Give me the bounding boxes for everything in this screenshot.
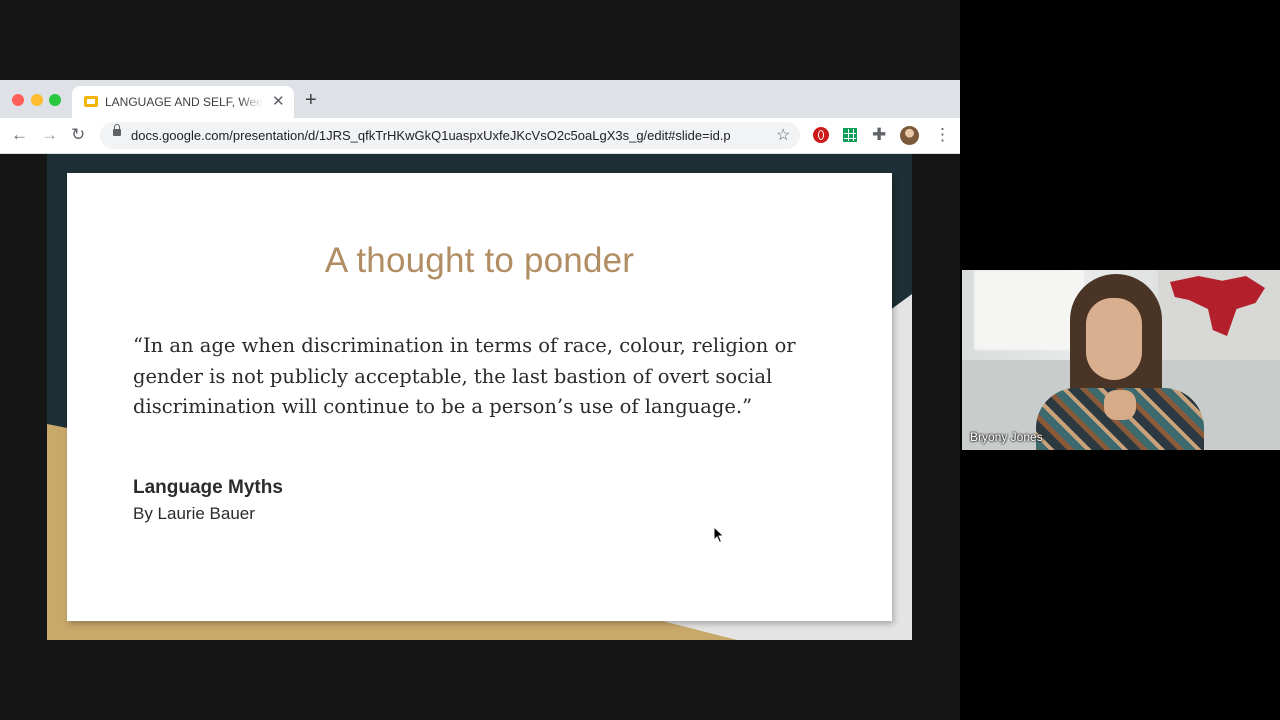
plus-icon[interactable]: + xyxy=(305,89,317,112)
book-author: By Laurie Bauer xyxy=(133,504,255,523)
slide-card: A thought to ponder “In an age when disc… xyxy=(67,173,892,621)
quote-line: “In an age when discrimination in terms … xyxy=(133,334,796,357)
tab-title: LANGUAGE AND SELF, Weeks xyxy=(105,95,263,109)
quote-line: discrimination will continue to be a per… xyxy=(133,395,753,418)
lock-icon[interactable] xyxy=(113,124,121,136)
zoom-window-button[interactable] xyxy=(49,94,61,106)
url-text[interactable]: docs.google.com/presentation/d/1JRS_qfkT… xyxy=(131,128,771,143)
shared-screen: LANGUAGE AND SELF, Weeks ✕ + ← → ↻ docs.… xyxy=(0,0,960,720)
opera-icon[interactable] xyxy=(813,127,829,143)
mouse-cursor-icon xyxy=(713,526,725,544)
minimize-window-button[interactable] xyxy=(31,94,43,106)
window-background xyxy=(974,270,1084,350)
puzzle-icon[interactable]: ✚ xyxy=(872,124,886,146)
map-continents xyxy=(1170,276,1265,336)
participant-video-tile[interactable]: Bryony Jones xyxy=(962,270,1280,450)
participant-hand xyxy=(1104,390,1136,420)
star-icon[interactable]: ☆ xyxy=(776,125,790,145)
close-icon[interactable]: ✕ xyxy=(272,92,285,110)
menu-icon[interactable]: ⋮ xyxy=(934,124,951,146)
reload-icon[interactable]: ↻ xyxy=(71,124,85,146)
participant-face xyxy=(1086,298,1142,380)
profile-avatar[interactable] xyxy=(900,126,919,145)
slide-title: A thought to ponder xyxy=(324,241,635,280)
quote-line: gender is not publicly acceptable, the l… xyxy=(133,364,773,388)
quote-text: “In an age when discrimination in terms … xyxy=(133,331,833,423)
world-map-background xyxy=(1158,270,1280,370)
browser-tab[interactable]: LANGUAGE AND SELF, Weeks ✕ xyxy=(72,86,294,118)
back-arrow-icon[interactable]: ← xyxy=(11,124,28,146)
sheets-icon[interactable] xyxy=(843,128,857,142)
participant-name: Bryony Jones xyxy=(970,430,1043,444)
forward-arrow-icon[interactable]: → xyxy=(41,124,58,146)
address-bar[interactable]: docs.google.com/presentation/d/1JRS_qfkT… xyxy=(100,122,800,149)
book-title: Language Myths xyxy=(133,477,283,498)
slides-favicon-icon xyxy=(84,96,98,107)
close-window-button[interactable] xyxy=(12,94,24,106)
